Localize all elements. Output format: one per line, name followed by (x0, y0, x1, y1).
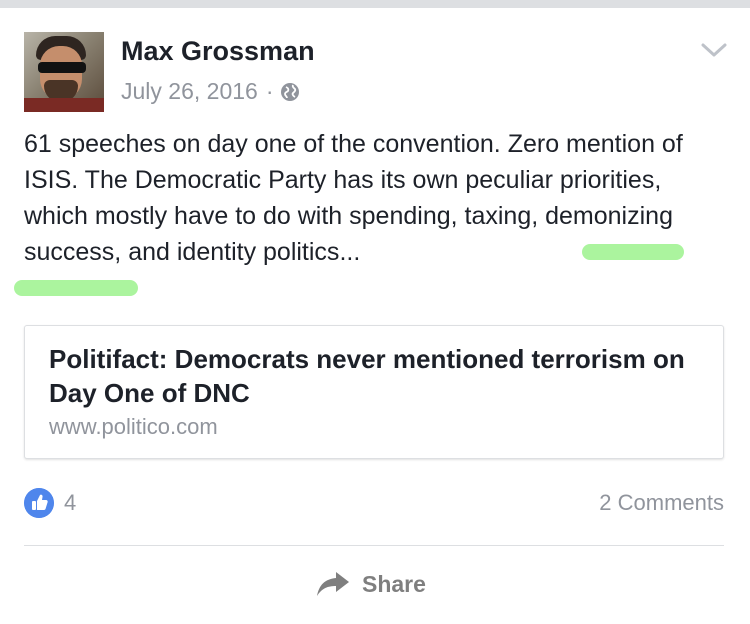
post-date[interactable]: July 26, 2016 (121, 78, 258, 105)
post-meta: July 26, 2016 · (121, 78, 300, 105)
share-label: Share (362, 570, 426, 597)
avatar[interactable] (24, 32, 104, 112)
link-title[interactable]: Politifact: Democrats never mentioned te… (49, 342, 709, 410)
highlighted-text: identity politics (176, 238, 340, 266)
meta-separator: · (265, 78, 274, 104)
link-domain: www.politico.com (49, 414, 218, 439)
divider (24, 545, 724, 546)
globe-icon (280, 82, 299, 101)
link-preview-card[interactable]: Politifact: Democrats never mentioned te… (24, 325, 724, 459)
top-separator (0, 0, 750, 8)
share-button[interactable]: Share (316, 570, 426, 598)
comments-count[interactable]: 2 Comments (599, 490, 724, 516)
like-count[interactable]: 4 (64, 490, 76, 516)
chevron-down-icon[interactable] (700, 40, 728, 60)
highlight-mark (14, 280, 138, 296)
post-text: 61 speeches on day one of the convention… (24, 126, 724, 270)
share-arrow-icon (317, 572, 349, 596)
post-text-ellipsis[interactable]: ... (339, 238, 360, 266)
thumbs-up-icon[interactable] (24, 488, 54, 518)
author-name[interactable]: Max Grossman (121, 36, 315, 67)
